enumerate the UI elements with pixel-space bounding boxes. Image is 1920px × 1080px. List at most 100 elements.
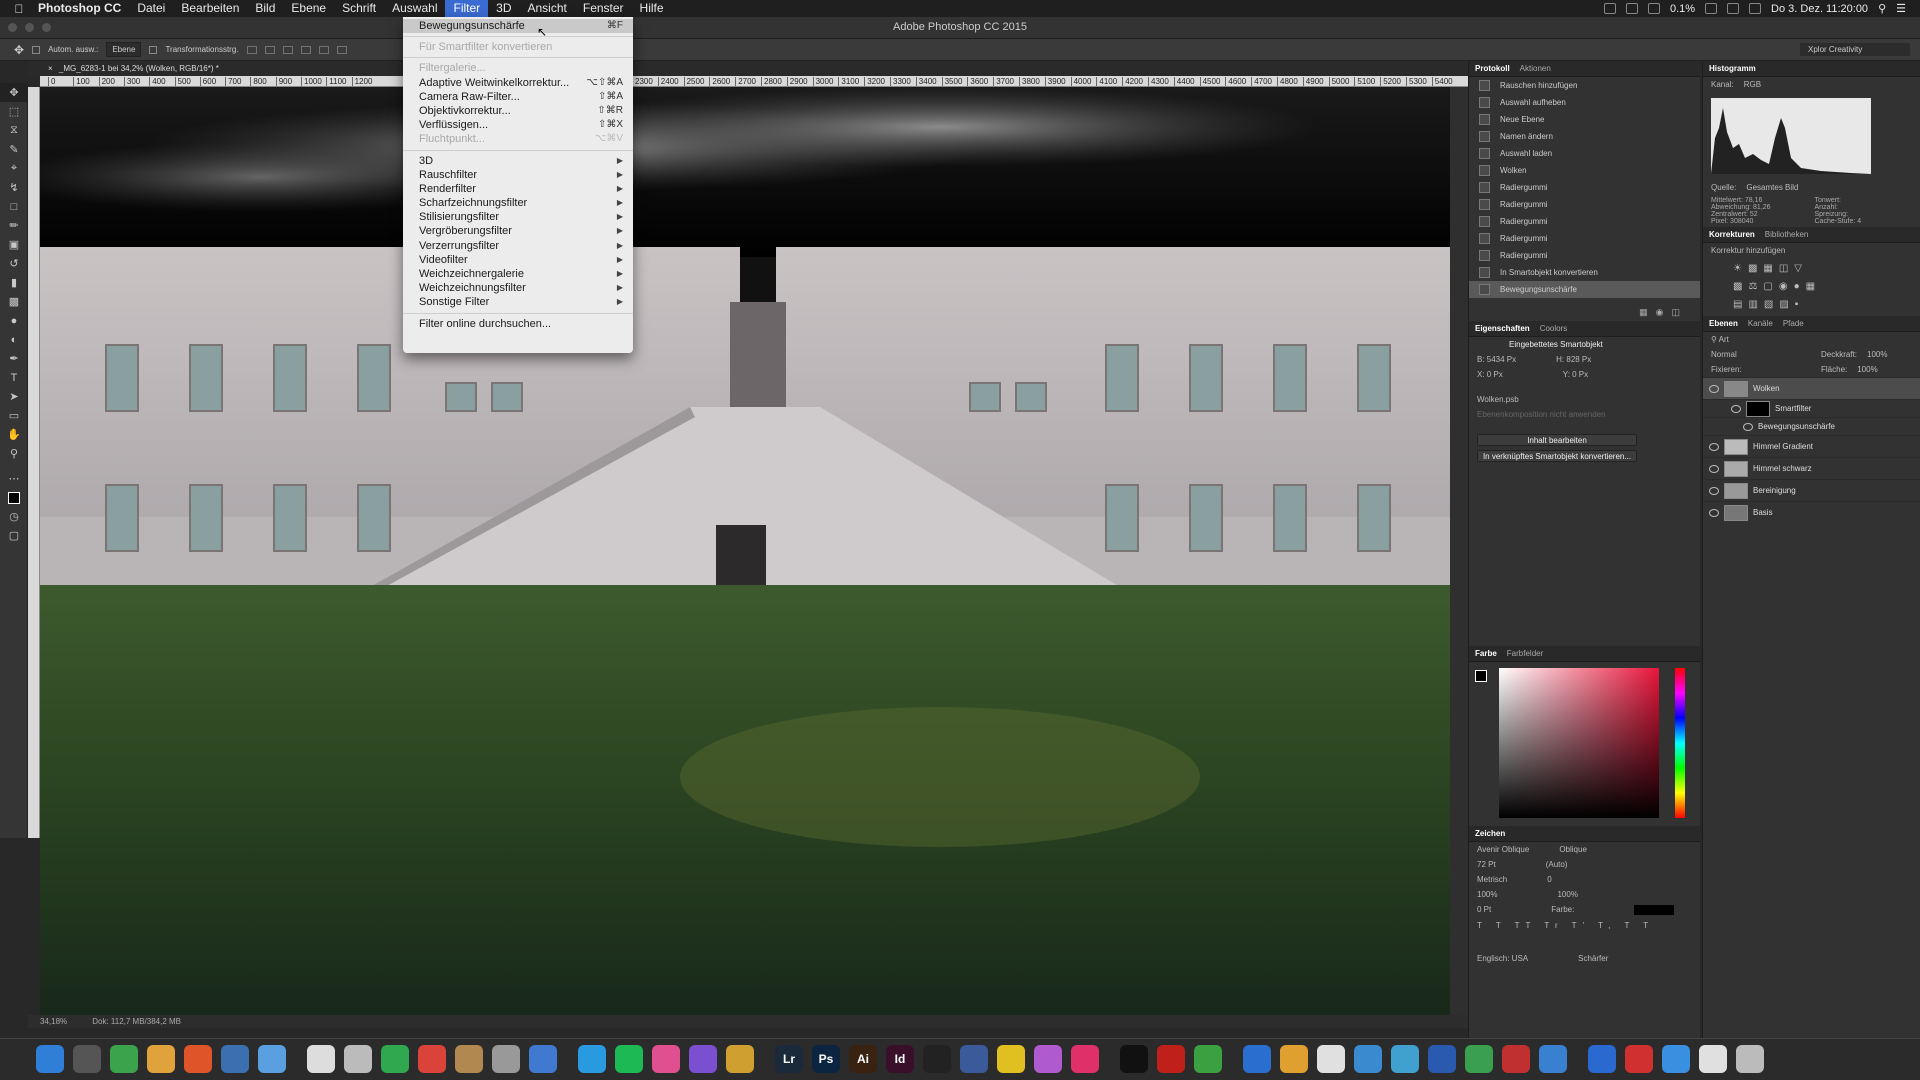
close-tab-icon[interactable]: × [48, 64, 53, 73]
path-select-tool-icon[interactable]: ➤ [0, 387, 28, 406]
transform-checkbox[interactable] [149, 45, 158, 54]
visibility-eye-icon[interactable] [1709, 464, 1719, 473]
zoom-level[interactable]: 34,18% [40, 1015, 90, 1028]
dock-app-icon[interactable] [147, 1045, 175, 1073]
horizontal-ruler[interactable]: 0 100 200 300 400 500 600 700 800 900 1000 1100 1200… [40, 76, 1468, 87]
tab-zeichen[interactable]: Zeichen [1475, 829, 1505, 838]
layer-row[interactable]: Himmel schwarz [1703, 457, 1920, 479]
layer-name[interactable]: Bereinigung [1753, 486, 1796, 495]
trash-icon[interactable]: ◫ [1671, 307, 1680, 321]
dock-app-icon[interactable] [1662, 1045, 1690, 1073]
kerning-field[interactable]: Metrisch [1477, 875, 1507, 884]
history-item[interactable]: Radiergummi [1469, 230, 1700, 247]
quick-mask-icon[interactable]: ◷ [0, 507, 28, 526]
filter-menu-item[interactable]: Renderfilter ▶ [403, 182, 633, 196]
opacity-field[interactable]: 100% [1867, 350, 1887, 359]
healing-tool-icon[interactable]: □ [0, 197, 28, 216]
y-value[interactable]: Y: 0 Px [1563, 370, 1588, 379]
visibility-eye-icon[interactable] [1743, 422, 1753, 431]
wifi-icon[interactable] [1705, 3, 1718, 14]
antialias-dropdown[interactable]: Schärfer [1578, 954, 1608, 963]
dock-app-icon[interactable] [307, 1045, 335, 1073]
menu-auswahl[interactable]: Auswahl [384, 0, 445, 17]
edit-contents-button[interactable]: Inhalt bearbeiten [1477, 434, 1637, 446]
dock-app-icon[interactable] [1625, 1045, 1653, 1073]
tab-korrekturen[interactable]: Korrekturen [1709, 230, 1755, 239]
channel-dropdown[interactable]: RGB [1744, 80, 1761, 89]
layer-name[interactable]: Smartfilter [1775, 404, 1811, 413]
dock-app-icon[interactable] [1588, 1045, 1616, 1073]
layer-comp-dropdown[interactable]: Ebenenkomposition nicht anwenden [1469, 407, 1700, 422]
history-item[interactable]: Auswahl aufheben [1469, 94, 1700, 111]
dock-app-icon[interactable] [344, 1045, 372, 1073]
history-item[interactable]: Wolken [1469, 162, 1700, 179]
dock-app-icon[interactable] [1194, 1045, 1222, 1073]
tab-aktionen[interactable]: Aktionen [1520, 64, 1551, 73]
tab-pfade[interactable]: Pfade [1783, 319, 1804, 328]
doc-size[interactable]: Dok: 112,7 MB/384,2 MB [92, 1017, 181, 1026]
filter-menu-item[interactable]: Stilisierungsfilter ▶ [403, 210, 633, 224]
quick-select-tool-icon[interactable]: ✎ [0, 140, 28, 159]
menu-ebene[interactable]: Ebene [283, 0, 334, 17]
fill-field[interactable]: 100% [1857, 365, 1877, 374]
layer-row[interactable]: Bewegungsunschärfe [1703, 417, 1920, 435]
dodge-tool-icon[interactable]: ◐ [0, 330, 28, 349]
filter-menu-item[interactable]: Weichzeichnungsfilter ▶ [403, 281, 633, 295]
dock-app-icon[interactable] [652, 1045, 680, 1073]
history-item[interactable]: Radiergummi [1469, 179, 1700, 196]
layer-row[interactable]: Wolken [1703, 377, 1920, 399]
tab-farbfelder[interactable]: Farbfelder [1507, 649, 1543, 658]
layer-name[interactable]: Basis [1753, 508, 1773, 517]
height-value[interactable]: H: 828 Px [1556, 355, 1591, 364]
tab-histogramm[interactable]: Histogramm [1709, 64, 1756, 73]
font-style-dropdown[interactable]: Oblique [1559, 845, 1587, 854]
dock-app-icon[interactable]: Id [886, 1045, 914, 1073]
dock-app-icon[interactable]: Ai [849, 1045, 877, 1073]
document-tab[interactable]: × _MG_6283-1 bei 34,2% (Wolken, RGB/16*)… [28, 61, 1468, 76]
font-family-dropdown[interactable]: Avenir Oblique [1477, 845, 1529, 854]
layer-name[interactable]: Bewegungsunschärfe [1758, 422, 1835, 431]
language-dropdown[interactable]: Englisch: USA [1477, 954, 1528, 963]
history-item[interactable]: Bewegungsunschärfe [1469, 281, 1700, 298]
dock-app-icon[interactable] [1428, 1045, 1456, 1073]
filter-menu-item[interactable]: 3D ▶ [403, 154, 633, 168]
brush-tool-icon[interactable]: ✏ [0, 216, 28, 235]
filter-menu-item[interactable]: Objektivkorrektur... ⇧⌘R [403, 104, 633, 118]
dock-app-icon[interactable] [1736, 1045, 1764, 1073]
filter-menu-item[interactable]: Scharfzeichnungsfilter ▶ [403, 196, 633, 210]
menu-bearbeiten[interactable]: Bearbeiten [173, 0, 247, 17]
layer-thumbnail[interactable] [1724, 438, 1748, 455]
visibility-eye-icon[interactable] [1709, 384, 1719, 393]
filter-menu-item[interactable]: Weichzeichnergalerie ▶ [403, 267, 633, 281]
foreground-color-swatch[interactable] [1475, 670, 1487, 682]
align-icon[interactable] [264, 45, 275, 54]
dock-app-icon[interactable] [1243, 1045, 1271, 1073]
history-item[interactable]: Radiergummi [1469, 213, 1700, 230]
width-value[interactable]: B: 5434 Px [1477, 355, 1516, 364]
layer-thumbnail[interactable] [1724, 482, 1748, 499]
layer-name[interactable]: Wolken [1753, 384, 1780, 393]
dock-app-icon[interactable] [615, 1045, 643, 1073]
dock-app-icon[interactable] [492, 1045, 520, 1073]
menu-datei[interactable]: Datei [129, 0, 173, 17]
layer-row[interactable]: Smartfilter [1703, 399, 1920, 417]
dock-app-icon[interactable] [1465, 1045, 1493, 1073]
align-icon[interactable] [336, 45, 347, 54]
new-document-icon[interactable]: ▦ [1639, 307, 1648, 321]
hand-tool-icon[interactable]: ✋ [0, 425, 28, 444]
menu-app-name[interactable]: Photoshop CC [30, 0, 129, 17]
visibility-eye-icon[interactable] [1709, 508, 1719, 517]
visibility-eye-icon[interactable] [1731, 404, 1741, 413]
convert-linked-button[interactable]: In verknüpftes Smartobjekt konvertieren.… [1477, 450, 1637, 462]
vertical-scale-field[interactable]: 100% [1477, 890, 1497, 899]
stamp-tool-icon[interactable]: ▣ [0, 235, 28, 254]
layer-row[interactable]: Himmel Gradient [1703, 435, 1920, 457]
screen-mode-icon[interactable]: ▢ [0, 526, 28, 545]
dock-app-icon[interactable] [455, 1045, 483, 1073]
dock-app-icon[interactable] [73, 1045, 101, 1073]
hue-slider[interactable] [1675, 668, 1685, 818]
font-size-field[interactable]: 72 Pt [1477, 860, 1496, 869]
dock-app-icon[interactable] [1120, 1045, 1148, 1073]
camera-icon[interactable]: ◉ [1656, 307, 1664, 321]
dock-app-icon[interactable] [726, 1045, 754, 1073]
